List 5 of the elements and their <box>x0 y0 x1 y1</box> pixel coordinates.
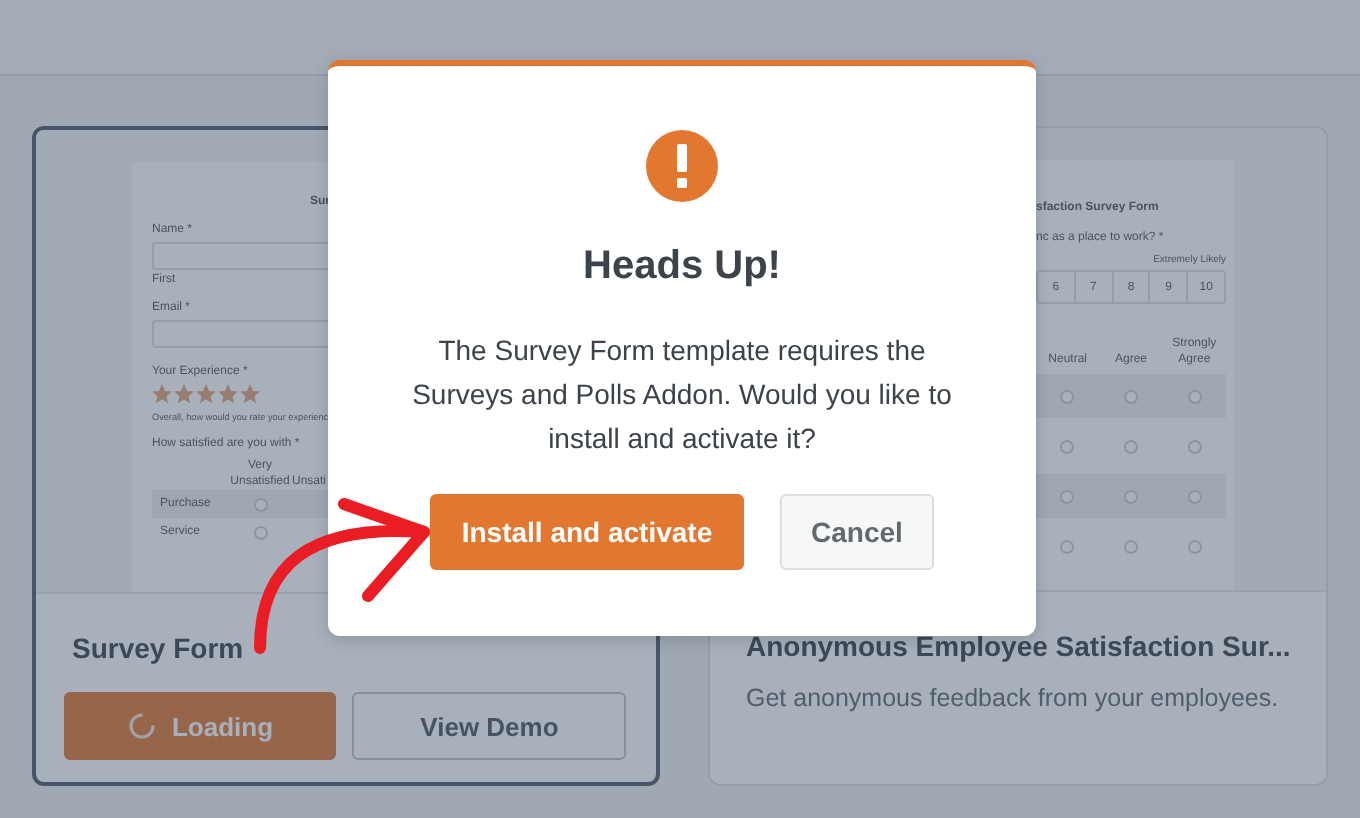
template-title: Survey Form <box>72 630 246 668</box>
template-title: Anonymous Employee Satisfaction Sur... <box>746 628 1293 666</box>
modal-message: The Survey Form template requires the Surveys and Polls Addon. Would you like to install and activate it? <box>410 332 954 458</box>
modal-title: Heads Up! <box>583 242 781 290</box>
template-description: Get anonymous feedback from your employees. <box>746 684 1281 712</box>
